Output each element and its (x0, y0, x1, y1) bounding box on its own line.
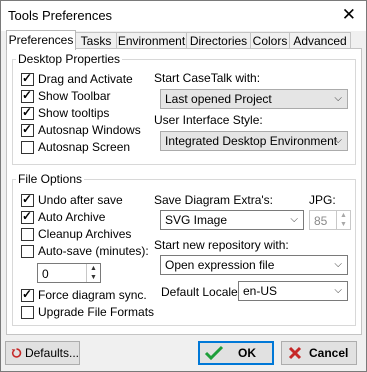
autosnap-windows-checkbox[interactable]: ✓ Autosnap Windows (21, 122, 141, 138)
tab-advanced[interactable]: Advanced (289, 32, 351, 48)
undo-after-save-checkbox[interactable]: ✓ Undo after save (21, 192, 123, 208)
checkbox-label: Auto-save (minutes): (38, 244, 149, 258)
auto-save-minutes-stepper[interactable]: 0 ▲ ▼ (37, 263, 101, 283)
tab-colors[interactable]: Colors (250, 32, 290, 48)
checkbox-box: ✓ (21, 191, 34, 207)
checkbox-label: Auto Archive (38, 210, 106, 224)
checkbox-label: Autosnap Screen (38, 140, 131, 154)
checkbox-label: Cleanup Archives (38, 227, 132, 241)
save-diagram-extras-label: Save Diagram Extra's: (154, 193, 273, 207)
checkbox-label: Show tooltips (38, 106, 110, 120)
file-options-label: File Options (16, 172, 85, 186)
auto-save-checkbox[interactable]: Auto-save (minutes): (21, 243, 149, 259)
stepper-value: 0 (42, 267, 49, 281)
checkbox-box (21, 227, 34, 241)
drag-activate-checkbox[interactable]: ✓ Drag and Activate (21, 71, 133, 87)
checkbox-label: Force diagram sync. (38, 288, 147, 302)
tab-directories[interactable]: Directories (186, 32, 251, 48)
checkbox-label: Drag and Activate (38, 72, 133, 86)
ui-style-label: User Interface Style: (154, 113, 263, 127)
dropdown-value: Last opened Project (165, 92, 272, 106)
chevron-down-icon: ⌵ (334, 93, 342, 104)
checkbox-box (21, 244, 34, 258)
checkbox-box: ✓ (21, 104, 34, 120)
chevron-down-icon: ⌵ (290, 214, 298, 225)
arrow-down-icon[interactable]: ▼ (337, 220, 350, 229)
dropdown-value: Integrated Desktop Environment (165, 134, 338, 148)
close-icon[interactable]: ✕ (342, 5, 356, 25)
show-toolbar-checkbox[interactable]: ✓ Show Toolbar (21, 88, 111, 104)
checkbox-box: ✓ (21, 121, 34, 137)
cancel-label: Cancel (309, 346, 349, 360)
jpg-label: JPG: (309, 193, 336, 207)
checkbox-label: Upgrade File Formats (38, 305, 155, 319)
checkbox-label: Show Toolbar (38, 89, 111, 103)
defaults-button[interactable]: Defaults... (5, 341, 80, 365)
window-title: Tools Preferences (8, 8, 113, 23)
default-locale-label: Default Locale: (161, 285, 242, 299)
chevron-down-icon: ⌵ (334, 259, 342, 270)
tab-tasks[interactable]: Tasks (75, 32, 117, 48)
dropdown-value: Open expression file (165, 258, 275, 272)
stepper-buttons: ▲ ▼ (336, 211, 350, 229)
title-bar: Tools Preferences ✕ (1, 1, 366, 31)
preferences-panel: Desktop Properties ✓ Drag and Activate ✓… (6, 48, 362, 335)
reset-icon (11, 348, 22, 358)
default-locale-dropdown[interactable]: en-US ⌵ (238, 281, 348, 301)
checkbox-label: Autosnap Windows (38, 123, 141, 137)
ok-button[interactable]: OK (198, 341, 274, 365)
check-icon (204, 345, 224, 361)
checkbox-box: ✓ (21, 286, 34, 302)
new-repository-label: Start new repository with: (154, 238, 289, 252)
defaults-label: Defaults... (24, 346, 79, 360)
arrow-up-icon[interactable]: ▲ (87, 264, 100, 273)
stepper-buttons: ▲ ▼ (86, 264, 100, 282)
checkbox-box: ✓ (21, 208, 34, 224)
chevron-down-icon: ⌵ (334, 135, 342, 146)
arrow-up-icon[interactable]: ▲ (337, 211, 350, 220)
new-repository-dropdown[interactable]: Open expression file ⌵ (160, 255, 348, 275)
stepper-value: 85 (314, 214, 328, 228)
ui-style-dropdown[interactable]: Integrated Desktop Environment ⌵ (160, 131, 348, 151)
tab-preferences[interactable]: Preferences (6, 30, 76, 50)
cancel-button[interactable]: Cancel (281, 341, 357, 365)
tab-environment[interactable]: Environment (116, 32, 187, 48)
checkbox-box: ✓ (21, 87, 34, 103)
preferences-dialog: Tools Preferences ✕ Preferences Tasks En… (0, 0, 367, 372)
start-casetalk-label: Start CaseTalk with: (154, 71, 261, 85)
close-icon (288, 346, 302, 360)
cleanup-archives-checkbox[interactable]: Cleanup Archives (21, 226, 131, 242)
autosnap-screen-checkbox[interactable]: Autosnap Screen (21, 139, 130, 155)
force-diagram-sync-checkbox[interactable]: ✓ Force diagram sync. (21, 287, 147, 303)
dropdown-value: SVG Image (165, 213, 228, 227)
dropdown-value: en-US (243, 284, 278, 298)
auto-archive-checkbox[interactable]: ✓ Auto Archive (21, 209, 105, 225)
checkbox-box (21, 140, 34, 154)
arrow-down-icon[interactable]: ▼ (87, 273, 100, 282)
jpg-quality-stepper[interactable]: 85 ▲ ▼ (309, 210, 351, 230)
ok-label: OK (238, 346, 256, 360)
desktop-properties-label: Desktop Properties (16, 52, 123, 66)
checkbox-box: ✓ (21, 70, 34, 86)
show-tooltips-checkbox[interactable]: ✓ Show tooltips (21, 105, 109, 121)
save-diagram-extras-dropdown[interactable]: SVG Image ⌵ (160, 210, 304, 230)
checkbox-box (21, 305, 34, 319)
chevron-down-icon: ⌵ (334, 285, 342, 296)
start-casetalk-dropdown[interactable]: Last opened Project ⌵ (160, 89, 348, 109)
upgrade-file-formats-checkbox[interactable]: Upgrade File Formats (21, 304, 154, 320)
checkbox-label: Undo after save (38, 193, 123, 207)
